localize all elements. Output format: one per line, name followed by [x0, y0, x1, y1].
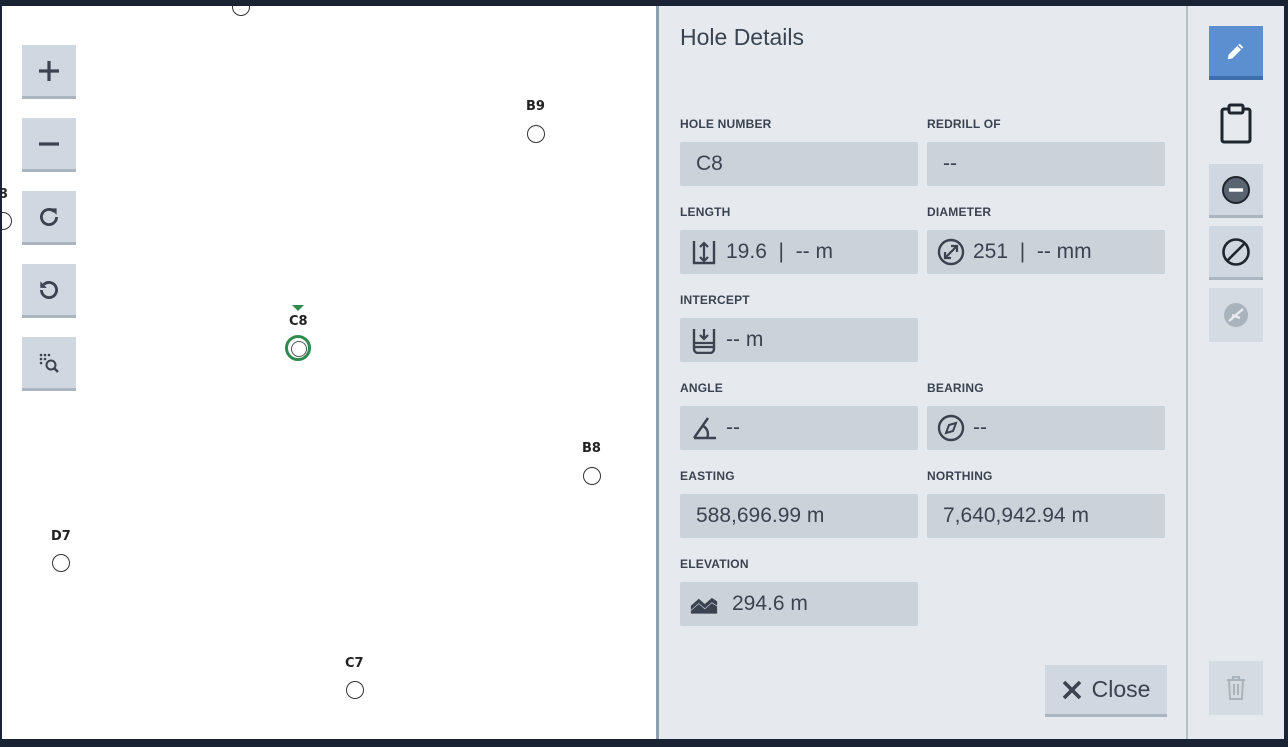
remove-circle-icon: [1222, 175, 1250, 204]
block-button[interactable]: [1209, 226, 1263, 280]
length-value: 19.6 | -- m: [726, 240, 833, 263]
hole-marker-b8[interactable]: [583, 467, 601, 485]
diameter-icon: [937, 238, 965, 266]
clipboard-icon: [1220, 103, 1252, 144]
hole-marker-d7[interactable]: [52, 554, 70, 572]
length-field[interactable]: 19.6 | -- m: [680, 230, 918, 274]
selection-marker: [292, 305, 304, 311]
undo-button[interactable]: [22, 264, 76, 318]
angle-value: --: [726, 416, 740, 439]
northing-value: 7,640,942.94 m: [943, 504, 1089, 527]
elevation-icon: [690, 590, 718, 618]
minus-icon: [39, 141, 59, 146]
redrill-of-field[interactable]: --: [927, 142, 1165, 186]
zoom-to-fit-button[interactable]: [22, 337, 76, 391]
intercept-field[interactable]: -- m: [680, 318, 918, 362]
zoom-out-button[interactable]: [22, 118, 76, 172]
hole-number-label: HOLE NUMBER: [680, 117, 772, 131]
plus-icon: [39, 60, 59, 81]
hole-details-panel: Hole Details HOLE NUMBER C8 REDRILL OF -…: [656, 6, 1186, 739]
hole-label-c7: C7: [345, 656, 364, 671]
angle-icon: [690, 414, 718, 442]
diameter-field[interactable]: 251 | -- mm: [927, 230, 1165, 274]
hole-marker-c7[interactable]: [346, 681, 364, 699]
hole-marker-b9[interactable]: [527, 125, 545, 143]
tools-sidebar: [1186, 6, 1284, 739]
hole-label-d8: D8: [2, 187, 8, 202]
redo-icon: [40, 207, 58, 226]
bearing-label: BEARING: [927, 381, 984, 395]
intercept-icon: [690, 326, 718, 354]
redo-button[interactable]: [22, 191, 76, 245]
edit-button[interactable]: [1209, 26, 1263, 80]
hole-label-c8: C8: [289, 314, 308, 329]
hole-marker-offscreen[interactable]: [232, 6, 250, 16]
diameter-value: 251 | -- mm: [973, 240, 1092, 263]
close-icon: [1062, 680, 1081, 699]
close-label: Close: [1091, 676, 1151, 702]
intercept-label: INTERCEPT: [680, 293, 750, 307]
trash-icon: [1227, 676, 1245, 700]
disabled-tool-icon: [1224, 303, 1248, 327]
delete-button[interactable]: [1209, 661, 1263, 715]
close-button[interactable]: Close: [1045, 665, 1167, 717]
length-icon: [690, 238, 718, 266]
elevation-label: ELEVATION: [680, 557, 749, 571]
easting-label: EASTING: [680, 469, 735, 483]
elevation-value: 294.6 m: [732, 592, 808, 615]
redrill-of-label: REDRILL OF: [927, 117, 1001, 131]
angle-field[interactable]: --: [680, 406, 918, 450]
hole-number-value: C8: [696, 152, 723, 175]
block-icon: [1222, 237, 1250, 266]
edit-icon: [1227, 43, 1244, 60]
remove-button[interactable]: [1209, 164, 1263, 218]
hole-marker-d8[interactable]: [2, 212, 12, 230]
hole-label-b9: B9: [526, 99, 545, 114]
clipboard-button[interactable]: [1209, 96, 1263, 150]
northing-field[interactable]: 7,640,942.94 m: [927, 494, 1165, 538]
compass-icon: [937, 414, 965, 442]
hole-label-d7: D7: [51, 529, 71, 544]
panel-title: Hole Details: [680, 24, 804, 50]
redrill-of-value: --: [943, 152, 957, 175]
hole-marker-c8[interactable]: [285, 335, 311, 361]
zoom-to-points-icon: [39, 353, 59, 373]
map-canvas[interactable]: B9 C8 B8 D7 C7 D8: [2, 6, 656, 739]
easting-field[interactable]: 588,696.99 m: [680, 494, 918, 538]
easting-value: 588,696.99 m: [696, 504, 825, 527]
angle-label: ANGLE: [680, 381, 723, 395]
hole-number-field[interactable]: C8: [680, 142, 918, 186]
length-label: LENGTH: [680, 205, 731, 219]
zoom-in-button[interactable]: [22, 45, 76, 99]
disabled-tool-button[interactable]: [1209, 288, 1263, 342]
elevation-field[interactable]: 294.6 m: [680, 582, 918, 626]
diameter-label: DIAMETER: [927, 205, 992, 219]
intercept-value: -- m: [726, 328, 764, 351]
northing-label: NORTHING: [927, 469, 993, 483]
bearing-value: --: [973, 416, 987, 439]
hole-label-b8: B8: [582, 441, 601, 456]
undo-icon: [40, 280, 58, 299]
bearing-field[interactable]: --: [927, 406, 1165, 450]
